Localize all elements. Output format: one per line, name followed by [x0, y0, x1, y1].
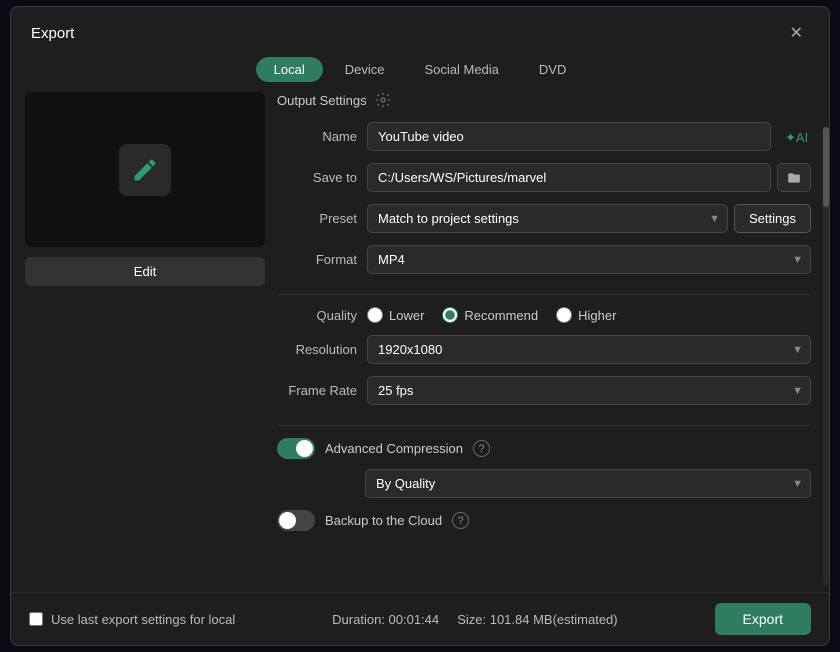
quality-recommend-radio[interactable] — [442, 307, 458, 323]
advanced-compression-toggle[interactable] — [277, 438, 315, 459]
quality-options: Lower Recommend Higher — [367, 307, 811, 323]
backup-help-icon: ? — [452, 512, 469, 529]
modal-title: Export — [31, 25, 74, 42]
tab-local[interactable]: Local — [256, 57, 323, 82]
pencil-icon — [131, 156, 159, 184]
advanced-compression-row: Advanced Compression ? — [277, 438, 811, 459]
quality-lower-label: Lower — [389, 308, 424, 323]
modal-footer: Use last export settings for local Durat… — [11, 592, 829, 645]
scrollbar-track[interactable] — [823, 127, 829, 585]
folder-browse-button[interactable] — [777, 163, 811, 192]
edit-button[interactable]: Edit — [25, 257, 265, 286]
output-settings-label: Output Settings — [277, 93, 367, 108]
backup-cloud-label: Backup to the Cloud — [325, 513, 442, 528]
settings-button[interactable]: Settings — [734, 204, 811, 233]
frame-rate-row: Frame Rate 25 fps ▼ — [277, 376, 811, 405]
resolution-select-wrap: 1920x1080 ▼ — [367, 335, 811, 364]
divider-1 — [277, 294, 811, 295]
settings-panel: Output Settings Name ✦AI — [277, 92, 815, 592]
name-row: Name ✦AI — [277, 122, 811, 151]
tab-social-media[interactable]: Social Media — [406, 57, 516, 82]
backup-cloud-toggle[interactable] — [277, 510, 315, 531]
close-button[interactable]: ✕ — [784, 21, 809, 45]
modal-overlay: Export ✕ Local Device Social Media DVD — [0, 0, 840, 652]
resolution-label: Resolution — [277, 342, 357, 357]
ai-icon: ✦AI — [785, 129, 807, 145]
quality-label: Quality — [277, 308, 357, 323]
export-button[interactable]: Export — [715, 603, 811, 635]
duration-label: Duration: 00:01:44 — [332, 612, 439, 627]
frame-rate-label: Frame Rate — [277, 383, 357, 398]
compression-help-icon: ? — [473, 440, 490, 457]
preset-select[interactable]: Match to project settings — [367, 204, 728, 233]
advanced-compression-label: Advanced Compression — [325, 441, 463, 456]
format-select[interactable]: MP4 — [367, 245, 811, 274]
name-input[interactable] — [367, 122, 771, 151]
tab-dvd[interactable]: DVD — [521, 57, 584, 82]
settings-icon — [375, 92, 391, 108]
export-modal: Export ✕ Local Device Social Media DVD — [10, 6, 830, 646]
tabs-row: Local Device Social Media DVD — [11, 45, 829, 82]
footer-info: Duration: 00:01:44 Size: 101.84 MB(estim… — [332, 612, 617, 627]
compression-mode-select[interactable]: By Quality — [365, 469, 811, 498]
save-to-field — [367, 163, 811, 192]
format-row: Format MP4 ▼ — [277, 245, 811, 274]
preset-select-wrap: Match to project settings ▼ — [367, 204, 728, 233]
footer-left: Use last export settings for local — [29, 612, 235, 627]
compression-sub-row: By Quality ▼ — [365, 469, 811, 498]
save-to-input[interactable] — [367, 163, 771, 192]
quality-lower-radio[interactable] — [367, 307, 383, 323]
name-label: Name — [277, 129, 357, 144]
modal-header: Export ✕ — [11, 7, 829, 45]
svg-text:✦AI: ✦AI — [785, 130, 807, 145]
output-settings-header: Output Settings — [277, 92, 811, 108]
preview-panel: Edit — [25, 92, 265, 592]
quality-higher-radio[interactable] — [556, 307, 572, 323]
frame-rate-select[interactable]: 25 fps — [367, 376, 811, 405]
folder-icon — [787, 171, 801, 185]
scrollbar-thumb — [823, 127, 829, 207]
frame-rate-select-wrap: 25 fps ▼ — [367, 376, 811, 405]
backup-cloud-row: Backup to the Cloud ? — [277, 510, 811, 531]
format-label: Format — [277, 252, 357, 267]
tab-device[interactable]: Device — [327, 57, 403, 82]
preset-row: Preset Match to project settings ▼ Setti… — [277, 204, 811, 233]
resolution-select[interactable]: 1920x1080 — [367, 335, 811, 364]
quality-recommend-option[interactable]: Recommend — [442, 307, 538, 323]
format-select-wrap: MP4 ▼ — [367, 245, 811, 274]
save-to-row: Save to — [277, 163, 811, 192]
preset-label: Preset — [277, 211, 357, 226]
resolution-row: Resolution 1920x1080 ▼ — [277, 335, 811, 364]
last-export-label: Use last export settings for local — [51, 612, 235, 627]
modal-body: Edit Output Settings Name — [11, 82, 829, 592]
quality-lower-option[interactable]: Lower — [367, 307, 424, 323]
compression-mode-select-wrap: By Quality ▼ — [365, 469, 811, 498]
divider-2 — [277, 425, 811, 426]
preview-thumbnail — [25, 92, 265, 247]
save-to-label: Save to — [277, 170, 357, 185]
preset-field: Match to project settings ▼ Settings — [367, 204, 811, 233]
quality-higher-option[interactable]: Higher — [556, 307, 616, 323]
ai-button[interactable]: ✦AI — [781, 125, 811, 149]
size-label: Size: 101.84 MB(estimated) — [457, 612, 617, 627]
quality-row: Quality Lower Recommend Higher — [277, 307, 811, 323]
last-export-checkbox[interactable] — [29, 612, 43, 626]
edit-icon-box — [119, 144, 171, 196]
quality-higher-label: Higher — [578, 308, 616, 323]
quality-recommend-label: Recommend — [464, 308, 538, 323]
